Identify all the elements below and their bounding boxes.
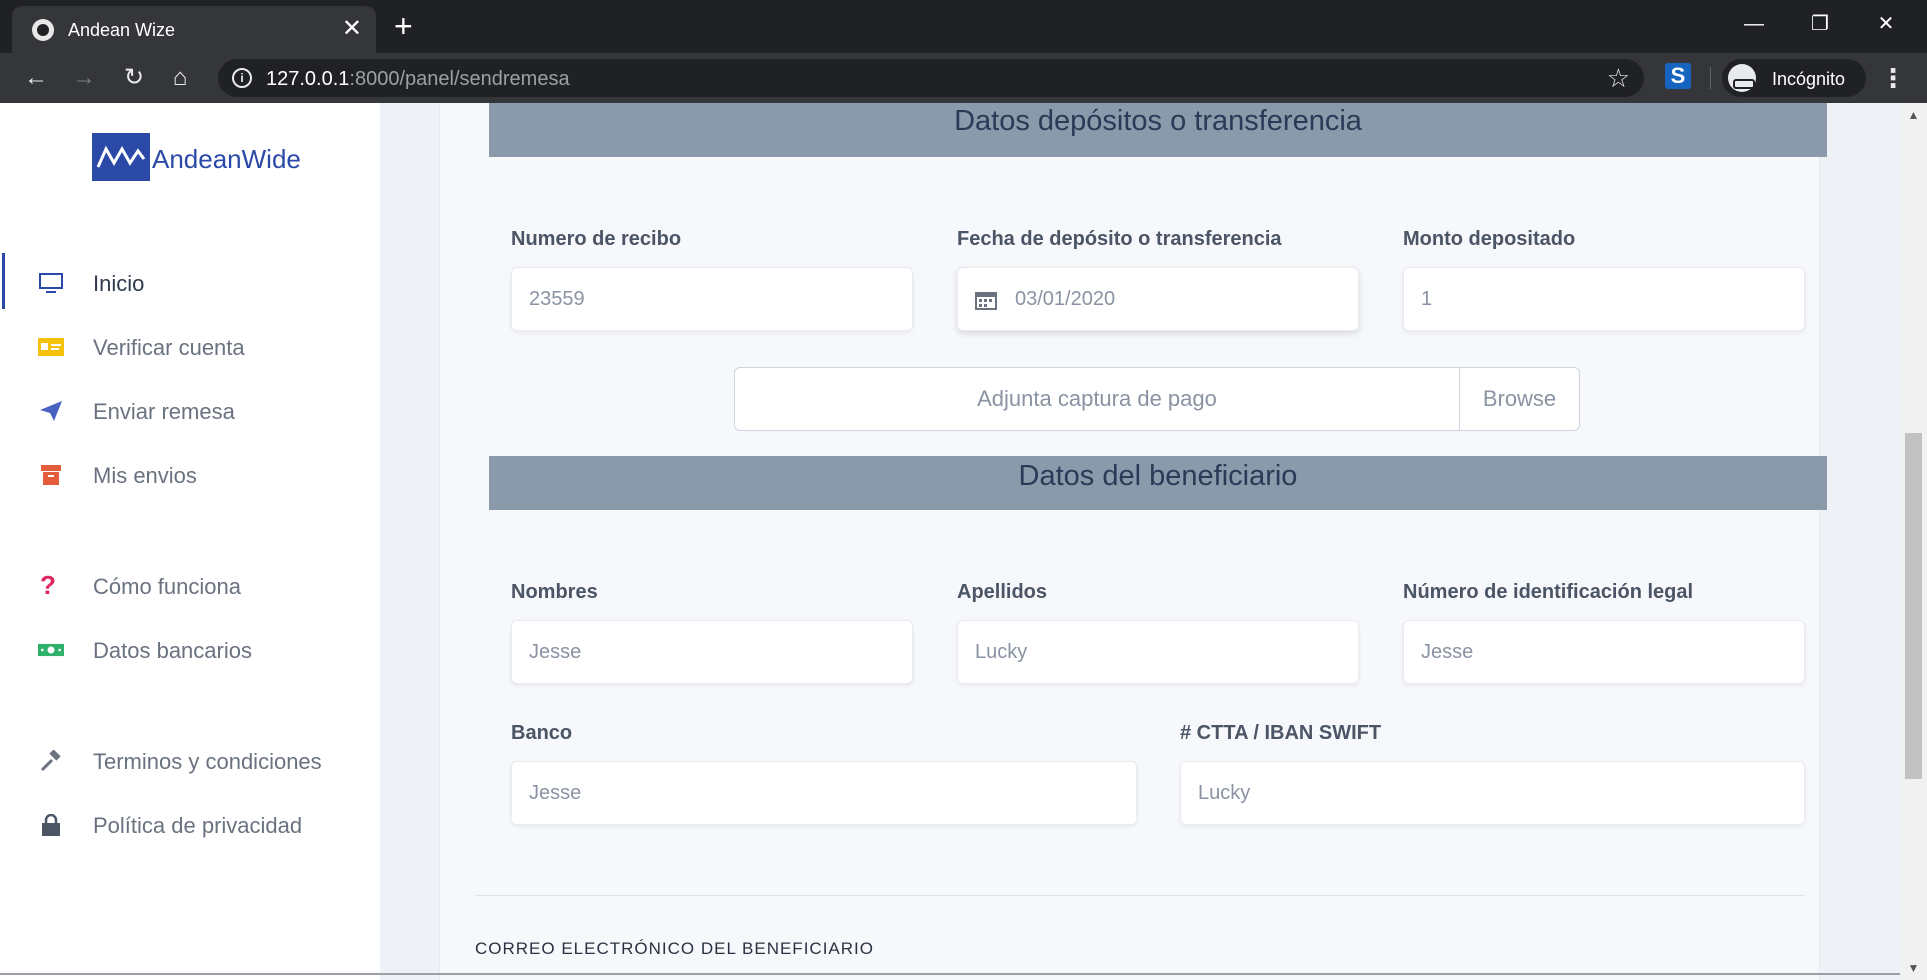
sidebar-item-como-funciona[interactable]: ? Cómo funciona — [0, 562, 380, 610]
new-tab-icon[interactable]: + — [394, 8, 413, 44]
deposit-section-header: Datos depósitos o transferencia — [489, 103, 1827, 157]
logo-text[interactable]: AndeanWide — [152, 144, 301, 175]
date-label: Fecha de depósito o transferencia — [957, 228, 1282, 250]
sidebar-item-privacidad[interactable]: Política de privacidad — [0, 801, 380, 849]
sidebar-item-label: Terminos y condiciones — [93, 749, 322, 774]
url-text[interactable]: 127.0.0.1:8000/panel/sendremesa — [266, 68, 570, 91]
incognito-label: Incógnito — [1772, 69, 1846, 89]
id-number-input[interactable] — [1421, 621, 1761, 683]
account-field[interactable] — [1180, 761, 1805, 825]
last-name-input[interactable] — [975, 621, 1315, 683]
sidebar-item-label: Mis envios — [93, 463, 197, 488]
browser-menu-icon[interactable]: ⋮ — [1880, 61, 1906, 95]
archive-icon — [41, 465, 61, 485]
sidebar-item-terminos[interactable]: Terminos y condiciones — [0, 737, 380, 785]
sidebar-item-mis-envios[interactable]: Mis envios — [0, 451, 380, 499]
restore-icon[interactable]: ❐ — [1790, 6, 1850, 42]
browser-tab[interactable]: Andean Wize ✕ — [12, 6, 376, 53]
amount-label: Monto depositado — [1403, 228, 1576, 250]
reload-icon[interactable]: ↻ — [118, 62, 150, 94]
beneficiary-section-header: Datos del beneficiario — [489, 456, 1827, 510]
site-info-icon[interactable]: i — [232, 68, 252, 88]
last-name-label: Apellidos — [957, 581, 1048, 603]
active-indicator — [2, 253, 5, 309]
window-bottom-edge — [0, 973, 1900, 975]
tab-close-icon[interactable]: ✕ — [342, 15, 362, 43]
paper-plane-icon — [40, 401, 62, 421]
money-icon — [38, 643, 64, 657]
account-input[interactable] — [1198, 762, 1728, 824]
extension-s-icon[interactable]: S — [1665, 63, 1691, 89]
form-card: Datos depósitos o transferencia Numero d… — [439, 103, 1827, 980]
first-name-label: Nombres — [511, 581, 598, 603]
account-label: # CTTA / IBAN SWIFT — [1180, 722, 1382, 744]
scrollbar-thumb[interactable] — [1905, 433, 1922, 779]
page-viewport: AndeanWide Inicio Verificar cuenta Envia… — [0, 103, 1927, 980]
first-name-field[interactable] — [511, 620, 913, 684]
scroll-down-arrow-icon[interactable]: ▼ — [1900, 956, 1927, 980]
date-input[interactable] — [1015, 268, 1355, 330]
incognito-icon — [1728, 64, 1756, 92]
receipt-field[interactable] — [511, 267, 913, 331]
last-name-field[interactable] — [957, 620, 1359, 684]
amount-field[interactable] — [1403, 267, 1805, 331]
bank-field[interactable] — [511, 761, 1137, 825]
address-bar[interactable]: i 127.0.0.1:8000/panel/sendremesa ☆ — [218, 59, 1644, 97]
date-field[interactable] — [957, 267, 1359, 331]
toolbar-divider — [1710, 67, 1711, 89]
andeanwide-logo-icon[interactable] — [92, 133, 150, 181]
beneficiary-section-title: Datos del beneficiario — [1018, 460, 1298, 492]
section-divider — [475, 895, 1805, 896]
calendar-icon — [975, 292, 997, 310]
lock-icon — [42, 814, 60, 836]
question-icon: ? — [40, 570, 56, 600]
forward-icon[interactable]: → — [68, 62, 100, 94]
sidebar-item-datos-bancarios[interactable]: Datos bancarios — [0, 626, 380, 674]
amount-input[interactable] — [1421, 268, 1761, 330]
incognito-button[interactable]: Incógnito — [1722, 59, 1866, 97]
incognito-favicon-icon — [32, 19, 54, 41]
page-scrollbar[interactable]: ▲ ▼ — [1900, 103, 1927, 980]
deposit-section-title: Datos depósitos o transferencia — [954, 105, 1362, 137]
monitor-icon — [39, 273, 63, 293]
receipt-label: Numero de recibo — [511, 228, 682, 250]
browser-toolbar: ← → ↻ ⌂ i 127.0.0.1:8000/panel/sendremes… — [0, 53, 1927, 103]
main-content: Datos depósitos o transferencia Numero d… — [380, 103, 1900, 980]
sidebar-item-label: Cómo funciona — [93, 574, 241, 599]
window-close-icon[interactable]: ✕ — [1856, 6, 1916, 42]
sidebar-item-verificar-cuenta[interactable]: Verificar cuenta — [0, 323, 380, 371]
sidebar-item-label: Enviar remesa — [93, 399, 235, 424]
attach-file-input[interactable]: Adjunta captura de pago Browse — [734, 367, 1580, 431]
id-number-field[interactable] — [1403, 620, 1805, 684]
receipt-input[interactable] — [529, 268, 869, 330]
sidebar-item-label: Verificar cuenta — [93, 335, 245, 360]
id-number-label: Número de identificación legal — [1403, 581, 1694, 603]
first-name-input[interactable] — [529, 621, 869, 683]
sidebar-item-inicio[interactable]: Inicio — [0, 253, 380, 309]
id-card-icon — [38, 338, 64, 356]
bookmark-star-icon[interactable]: ☆ — [1607, 63, 1630, 94]
home-icon[interactable]: ⌂ — [164, 62, 196, 94]
bank-input[interactable] — [529, 762, 1060, 824]
sidebar-item-label: Inicio — [93, 271, 145, 296]
minimize-icon[interactable]: — — [1724, 6, 1784, 42]
bank-label: Banco — [511, 722, 573, 744]
gavel-icon — [40, 750, 61, 772]
back-icon[interactable]: ← — [20, 62, 52, 94]
scroll-up-arrow-icon[interactable]: ▲ — [1900, 103, 1927, 127]
sidebar-item-enviar-remesa[interactable]: Enviar remesa — [0, 387, 380, 435]
email-section-label: CORREO ELECTRÓNICO DEL BENEFICIARIO — [475, 939, 874, 958]
sidebar-item-label: Datos bancarios — [93, 638, 252, 663]
tab-title: Andean Wize — [68, 20, 176, 40]
browser-window: Andean Wize ✕ + — ❐ ✕ ← → ↻ ⌂ i 127.0.0.… — [0, 0, 1927, 980]
attach-placeholder[interactable]: Adjunta captura de pago — [735, 368, 1459, 430]
tab-bar: Andean Wize ✕ + — ❐ ✕ — [0, 0, 1927, 53]
browse-button[interactable]: Browse — [1459, 368, 1579, 430]
sidebar: AndeanWide Inicio Verificar cuenta Envia… — [0, 103, 380, 980]
sidebar-item-label: Política de privacidad — [93, 813, 303, 838]
